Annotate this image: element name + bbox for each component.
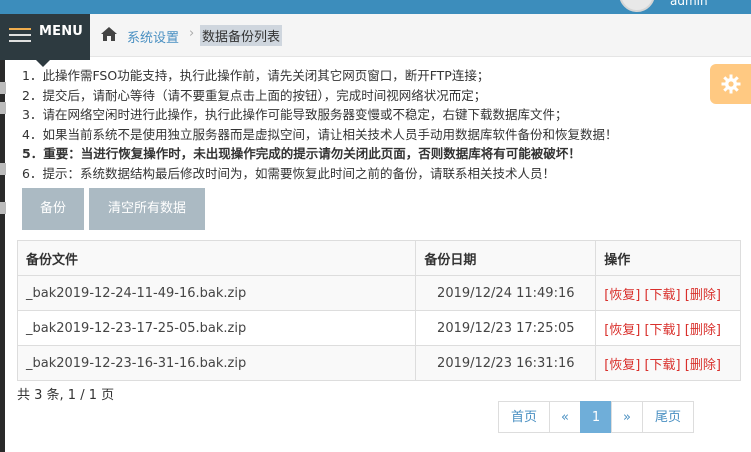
sidebar-edge-glyph [0,102,6,114]
instruction-line: 6．提示：系统数据结构最后修改时间为，如需要恢复此时间之前的备份，请联系相关技术… [22,165,555,181]
delete-link[interactable]: [删除] [685,323,721,338]
row-actions: [恢复] [下载] [删除] [595,310,741,346]
gear-icon [721,74,741,94]
backup-table: 备份文件 备份日期 操作 _bak2019-12-24-11-49-16.bak… [16,240,741,381]
sidebar-edge [0,14,5,452]
top-navbar: admin [0,0,751,14]
backup-date: 2019/12/24 11:49:16 [415,275,597,311]
breadcrumb-link-settings[interactable]: 系统设置 [127,27,179,46]
instructions: 1．此操作需FSO功能支持，执行此操作前，请先关闭其它网页窗口，断开FTP连接；… [22,66,617,183]
row-actions: [恢复] [下载] [删除] [595,345,741,381]
table-header-row: 备份文件 备份日期 操作 [16,240,741,276]
restore-link[interactable]: [恢复] [604,358,640,373]
page-first-button[interactable]: 首页 [498,401,550,433]
instruction-line: 4．如果当前系统不是使用独立服务器而是虚拟空间，请让相关技术人员手动用数据库软件… [22,126,618,142]
menu-toggle-button[interactable]: MENU [0,14,90,67]
column-header-date: 备份日期 [415,240,597,276]
instruction-line: 2．提交后，请耐心等待（请不要重复点击上面的按钮），完成时间视网络状况而定； [22,87,487,103]
table-row: _bak2019-12-23-16-31-16.bak.zip 2019/12/… [16,345,741,381]
user-name[interactable]: admin [670,0,708,8]
hamburger-icon [9,28,31,46]
delete-link[interactable]: [删除] [685,288,721,303]
clear-all-button[interactable]: 清空所有数据 [89,188,205,230]
table-row: _bak2019-12-23-17-25-05.bak.zip 2019/12/… [16,310,741,346]
column-header-file: 备份文件 [16,240,417,276]
restore-link[interactable]: [恢复] [604,323,640,338]
row-actions: [恢复] [下载] [删除] [595,275,741,311]
sidebar-edge-glyph [0,202,6,214]
user-avatar[interactable] [619,0,655,12]
backup-file-name: _bak2019-12-24-11-49-16.bak.zip [16,275,417,311]
breadcrumb: 系统设置 › 数据备份列表 [90,14,751,57]
home-icon[interactable] [100,26,118,42]
restore-link[interactable]: [恢复] [604,288,640,303]
sidebar-edge-glyph [0,82,6,94]
page-prev-button[interactable]: « [549,401,581,433]
page-next-button[interactable]: » [611,401,643,433]
backup-button[interactable]: 备份 [22,188,84,230]
settings-button[interactable] [710,64,751,104]
breadcrumb-current: 数据备份列表 [200,25,283,46]
pagination: 首页 « 1 » 尾页 [498,401,694,433]
sidebar-edge-glyph [0,163,6,175]
instruction-line: 1．此操作需FSO功能支持，执行此操作前，请先关闭其它网页窗口，断开FTP连接； [22,68,490,83]
instruction-line-warning: 5．重要：当进行恢复操作时，未出现操作完成的提示请勿关闭此页面，否则数据库将有可… [22,146,581,161]
download-link[interactable]: [下载] [644,288,680,303]
backup-date: 2019/12/23 17:25:05 [415,310,597,346]
backup-date: 2019/12/23 16:31:16 [415,345,597,381]
column-header-actions: 操作 [595,240,741,276]
instruction-line: 3．请在网络空闲时进行此操作，执行此操作可能导致服务器变慢或不稳定，右键下载数据… [22,107,568,122]
page-last-button[interactable]: 尾页 [642,401,694,433]
table-row: _bak2019-12-24-11-49-16.bak.zip 2019/12/… [16,275,741,311]
menu-label: MENU [39,24,84,39]
page-current-button[interactable]: 1 [580,401,612,433]
breadcrumb-separator: › [189,26,195,41]
pagination-summary: 共 3 条, 1 / 1 页 [17,388,115,403]
backup-file-name: _bak2019-12-23-17-25-05.bak.zip [16,310,417,346]
delete-link[interactable]: [删除] [685,358,721,373]
download-link[interactable]: [下载] [644,358,680,373]
backup-file-name: _bak2019-12-23-16-31-16.bak.zip [16,345,417,381]
download-link[interactable]: [下载] [644,323,680,338]
